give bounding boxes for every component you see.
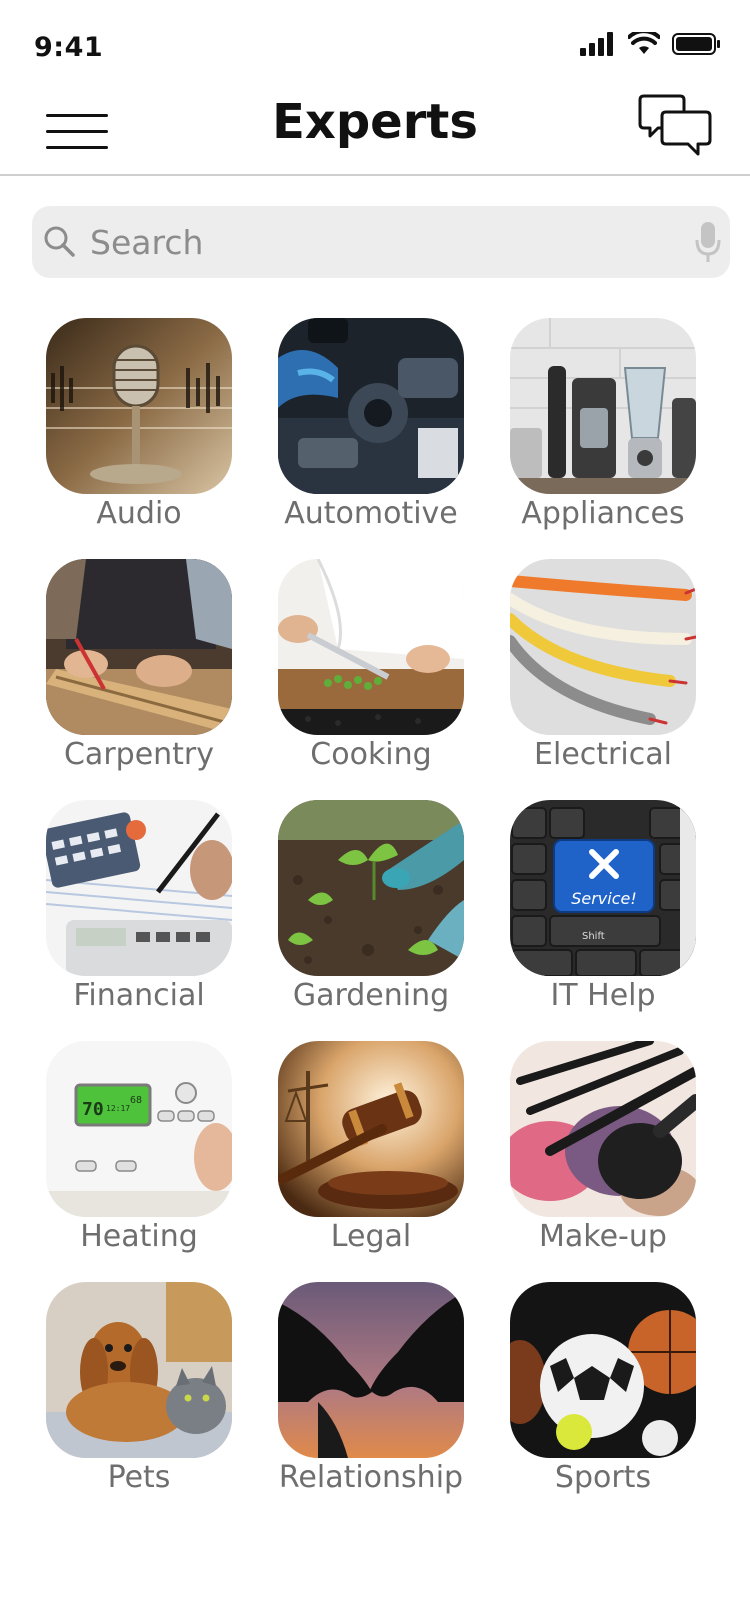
thermostat-reading: 70 <box>82 1099 104 1120</box>
search-bar <box>32 206 730 278</box>
microphone-icon[interactable] <box>694 220 722 264</box>
category-tile-automotive[interactable]: Automotive <box>278 318 464 531</box>
category-label: Appliances <box>521 496 685 531</box>
status-bar: 9:41 <box>0 0 750 88</box>
category-tile-legal[interactable]: Legal <box>278 1041 464 1254</box>
chat-bubbles-icon[interactable] <box>636 94 714 164</box>
thermostat-photo: 70 12:17 68 <box>46 1041 232 1217</box>
search-input[interactable] <box>90 214 660 270</box>
category-tile-make-up[interactable]: Make-up <box>510 1041 696 1254</box>
category-tile-electrical[interactable]: Electrical <box>510 559 696 772</box>
kitchen-appliances-photo <box>510 318 696 494</box>
category-tile-gardening[interactable]: Gardening <box>278 800 464 1013</box>
gavel-photo <box>278 1041 464 1217</box>
category-tile-financial[interactable]: Financial <box>46 800 232 1013</box>
category-label: Sports <box>554 1460 652 1495</box>
category-tile-relationship[interactable]: Relationship <box>278 1282 464 1495</box>
status-icons <box>580 32 722 56</box>
category-label: Automotive <box>284 496 458 531</box>
category-tile-audio[interactable]: Audio <box>46 318 232 531</box>
category-label: Make-up <box>539 1219 667 1254</box>
woodworking-photo <box>46 559 232 735</box>
category-label: Legal <box>330 1219 412 1254</box>
category-label: Pets <box>107 1460 171 1495</box>
sports-balls-photo <box>510 1282 696 1458</box>
category-label: Relationship <box>278 1460 464 1495</box>
engine-photo <box>278 318 464 494</box>
makeup-brushes-photo <box>510 1041 696 1217</box>
holding-hands-photo <box>278 1282 464 1458</box>
calculator-photo <box>46 800 232 976</box>
service-key-label: Service! <box>571 889 637 908</box>
category-label: Audio <box>96 496 182 531</box>
dog-and-cat-photo <box>46 1282 232 1458</box>
microphone-photo <box>46 318 232 494</box>
category-label: Cooking <box>310 737 432 772</box>
category-label: Heating <box>80 1219 198 1254</box>
thermostat-setpoint: 68 <box>130 1095 142 1106</box>
category-tile-sports[interactable]: Sports <box>510 1282 696 1495</box>
category-label: IT Help <box>550 978 656 1013</box>
category-tile-it-help[interactable]: Service! Shift IT Help <box>510 800 696 1013</box>
category-tile-cooking[interactable]: Cooking <box>278 559 464 772</box>
category-tile-appliances[interactable]: Appliances <box>510 318 696 531</box>
planting-photo <box>278 800 464 976</box>
category-tile-pets[interactable]: Pets <box>46 1282 232 1495</box>
category-label: Financial <box>73 978 205 1013</box>
keyboard-service-key-photo: Service! Shift <box>510 800 696 976</box>
battery-icon <box>672 33 720 55</box>
category-label: Electrical <box>534 737 672 772</box>
category-label: Gardening <box>292 978 450 1013</box>
status-time: 9:41 <box>34 32 104 63</box>
experts-screen: 9:41 Experts Search Audio Automotive App… <box>0 0 750 1624</box>
header: Experts <box>0 88 750 176</box>
search-icon <box>44 226 75 257</box>
category-label: Carpentry <box>63 737 215 772</box>
thermostat-time: 12:17 <box>106 1104 130 1113</box>
wifi-icon <box>628 32 660 54</box>
category-tile-heating[interactable]: 70 12:17 68 Heating <box>46 1041 232 1254</box>
wires-photo <box>510 559 696 735</box>
cellular-signal-icon <box>580 32 613 56</box>
category-tile-carpentry[interactable]: Carpentry <box>46 559 232 772</box>
shift-key-label: Shift <box>582 931 605 942</box>
chef-chopping-photo <box>278 559 464 735</box>
